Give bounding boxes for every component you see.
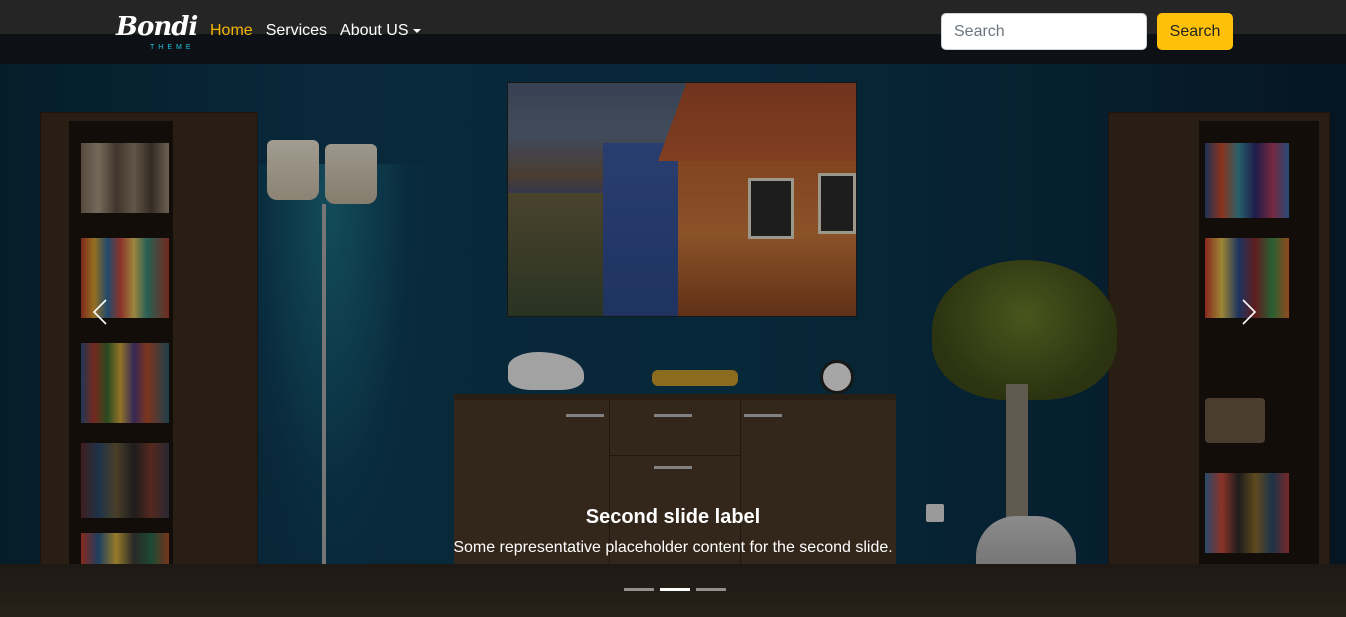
brand-tagline: THEME [150,44,195,51]
caption-title: Second slide label [585,506,761,528]
nav-menu: Home Services About US [210,20,434,42]
navbar: Bondi THEME Home Services About US Searc… [0,0,1346,64]
chevron-right-icon [1242,299,1257,325]
caret-down-icon [412,28,421,33]
carousel-next-button[interactable] [1228,292,1268,332]
brand-logo[interactable]: Bondi THEME [116,12,198,54]
caption-text: Some representative placeholder content … [453,539,893,556]
page: Bondi THEME Home Services About US Searc… [0,0,1346,617]
nav-link-services[interactable]: Services [266,20,327,42]
brand-name: Bondi [116,12,198,42]
nav-link-about-label: About US [340,22,409,39]
carousel-indicator-2[interactable] [660,588,690,591]
nav-link-home[interactable]: Home [210,20,253,42]
carousel-indicators [624,588,726,591]
carousel-caption: Second slide label Some representative p… [0,505,1346,558]
search-button[interactable]: Search [1157,13,1233,50]
carousel-indicator-1[interactable] [624,588,654,591]
search-input[interactable] [941,13,1147,50]
nav-dropdown-about[interactable]: About US [340,20,421,42]
carousel-indicator-3[interactable] [696,588,726,591]
chevron-left-icon [92,299,107,325]
carousel: Second slide label Some representative p… [0,64,1346,617]
carousel-prev-button[interactable] [82,292,122,332]
